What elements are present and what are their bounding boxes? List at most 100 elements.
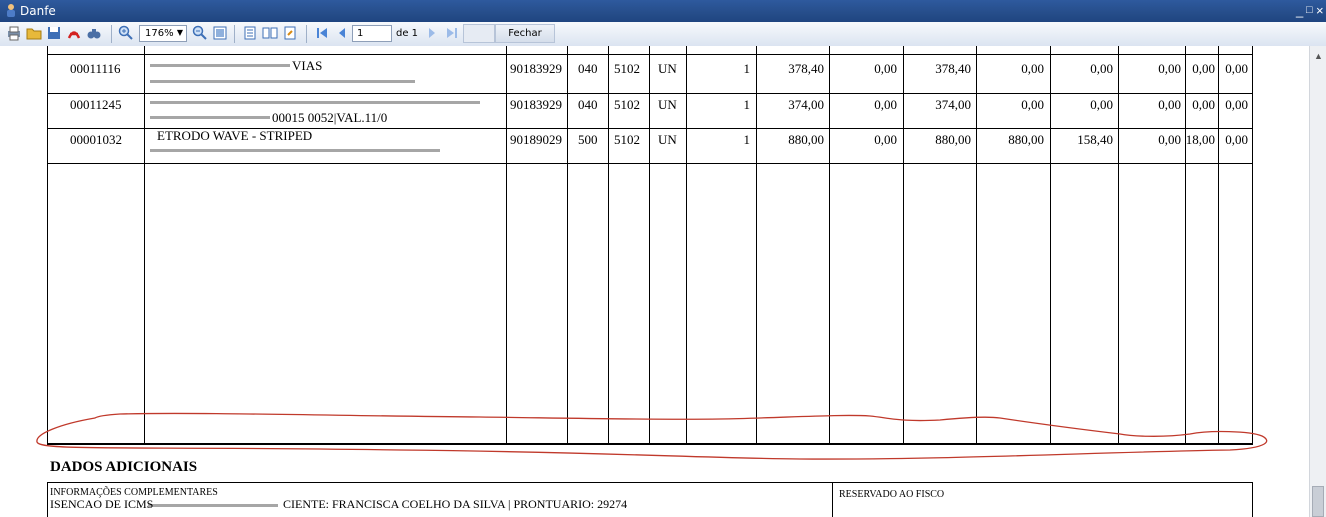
vertical-scrollbar[interactable]: ▲	[1309, 46, 1326, 517]
column-divider	[608, 46, 609, 444]
toolbar-separator	[111, 25, 112, 43]
zoom-value: 176%	[145, 28, 174, 39]
item-code: 00011245	[70, 97, 122, 112]
item-cfop: 5102	[614, 97, 640, 112]
item-code: 00011116	[70, 61, 121, 76]
item-discount: 0,00	[874, 132, 897, 147]
page-number-input[interactable]: 1	[352, 25, 392, 42]
header-bottom-line	[47, 54, 1253, 55]
item-bc-icms: 880,00	[1008, 132, 1044, 147]
item-unit-value: 378,40	[788, 61, 824, 76]
item-bc-icms: 0,00	[1021, 61, 1044, 76]
window-title: Danfe	[20, 4, 56, 18]
document-page: 00011116 VIAS 90183929 040 5102 UN 1 378…	[0, 46, 1309, 517]
item-unit-value: 880,00	[788, 132, 824, 147]
row-divider	[47, 163, 1253, 164]
info-text-rest: CIENTE: FRANCISCA COELHO DA SILVA | PRON…	[283, 497, 628, 511]
scroll-up-icon[interactable]: ▲	[1314, 51, 1323, 61]
item-icms-value: 158,40	[1077, 132, 1113, 147]
item-ipi-value: 0,00	[1158, 61, 1181, 76]
item-total: 374,00	[935, 97, 971, 112]
item-ipi-value: 0,00	[1158, 97, 1181, 112]
item-cst: 040	[578, 61, 598, 76]
zoom-out-icon[interactable]	[192, 25, 208, 41]
item-ipi-rate: 0,00	[1225, 61, 1248, 76]
item-total: 378,40	[935, 61, 971, 76]
redaction-mark	[150, 64, 290, 67]
item-unit-value: 374,00	[788, 97, 824, 112]
last-page-icon[interactable]	[444, 25, 460, 41]
restore-button[interactable]: □	[1306, 4, 1313, 16]
zoom-in-icon[interactable]	[118, 25, 134, 41]
close-window-button[interactable]: ×	[1316, 3, 1324, 18]
two-pages-icon[interactable]	[262, 25, 278, 41]
table-bottom-line	[47, 443, 1253, 445]
close-report-button[interactable]: Fechar	[495, 24, 555, 43]
item-description: ETRODO WAVE - STRIPED	[157, 128, 313, 143]
item-ipi-rate: 0,00	[1225, 97, 1248, 112]
next-page-icon[interactable]	[424, 25, 440, 41]
item-description-line2: 00015 0052|VAL.11/0	[272, 110, 388, 125]
fit-page-icon[interactable]	[212, 25, 228, 41]
item-ipi-value: 0,00	[1158, 132, 1181, 147]
item-cst: 500	[578, 132, 598, 147]
table-border-right	[1252, 46, 1253, 444]
item-total: 880,00	[935, 132, 971, 147]
dados-adicionais-heading: DADOS ADICIONAIS	[50, 459, 198, 475]
page-setup-icon[interactable]	[282, 25, 298, 41]
item-qty: 1	[743, 132, 751, 147]
item-icms-rate: 18,00	[1185, 132, 1215, 147]
toolbar-blank-field	[463, 24, 495, 43]
item-icms-rate: 0,00	[1192, 61, 1215, 76]
find-icon[interactable]	[86, 25, 102, 41]
item-ncm: 90183929	[510, 97, 562, 112]
report-toolbar: 176% ▼ 1 de 1 Fechar	[0, 22, 1326, 47]
item-code: 00001032	[70, 132, 122, 147]
item-description: VIAS	[292, 58, 323, 73]
item-qty: 1	[743, 97, 751, 112]
table-border-left	[47, 46, 48, 444]
item-unit: UN	[658, 132, 677, 147]
window-titlebar: Danfe _ □ ×	[0, 0, 1326, 22]
item-unit: UN	[658, 61, 677, 76]
print-icon[interactable]	[6, 25, 22, 41]
single-page-icon[interactable]	[242, 25, 258, 41]
column-divider	[506, 46, 507, 444]
redaction-mark	[150, 80, 415, 83]
item-cst: 040	[578, 97, 598, 112]
app-icon	[7, 4, 15, 17]
minimize-button[interactable]: _	[1296, 3, 1303, 18]
chevron-down-icon: ▼	[176, 28, 183, 37]
item-cfop: 5102	[614, 61, 640, 76]
item-ipi-rate: 0,00	[1225, 132, 1248, 147]
item-discount: 0,00	[874, 97, 897, 112]
redaction-mark	[150, 149, 440, 152]
redaction-mark	[150, 116, 270, 119]
item-icms-value: 0,00	[1090, 97, 1113, 112]
scrollbar-thumb[interactable]	[1312, 486, 1324, 517]
redaction-mark	[148, 504, 278, 507]
column-divider	[144, 46, 145, 444]
item-icms-value: 0,00	[1090, 61, 1113, 76]
item-ncm: 90189029	[510, 132, 562, 147]
row-divider	[47, 93, 1253, 94]
item-ncm: 90183929	[510, 61, 562, 76]
column-divider	[567, 46, 568, 444]
first-page-icon[interactable]	[314, 25, 330, 41]
zoom-select[interactable]: 176% ▼	[139, 25, 187, 42]
info-text: ISENCAO DE ICMS	[50, 497, 154, 511]
item-icms-rate: 0,00	[1192, 97, 1215, 112]
informacoes-complementares-box: INFORMAÇÕES COMPLEMENTARES ISENCAO DE IC…	[47, 482, 833, 517]
column-divider	[649, 46, 650, 444]
page-count-label: de 1	[396, 28, 419, 39]
pdf-icon[interactable]	[66, 25, 82, 41]
redaction-mark	[150, 101, 480, 104]
prev-page-icon[interactable]	[334, 25, 350, 41]
item-bc-icms: 0,00	[1021, 97, 1044, 112]
reserved-label: RESERVADO AO FISCO	[839, 489, 945, 500]
item-discount: 0,00	[874, 61, 897, 76]
save-icon[interactable]	[46, 25, 62, 41]
toolbar-separator	[306, 25, 307, 43]
open-icon[interactable]	[26, 25, 42, 41]
item-unit: UN	[658, 97, 677, 112]
